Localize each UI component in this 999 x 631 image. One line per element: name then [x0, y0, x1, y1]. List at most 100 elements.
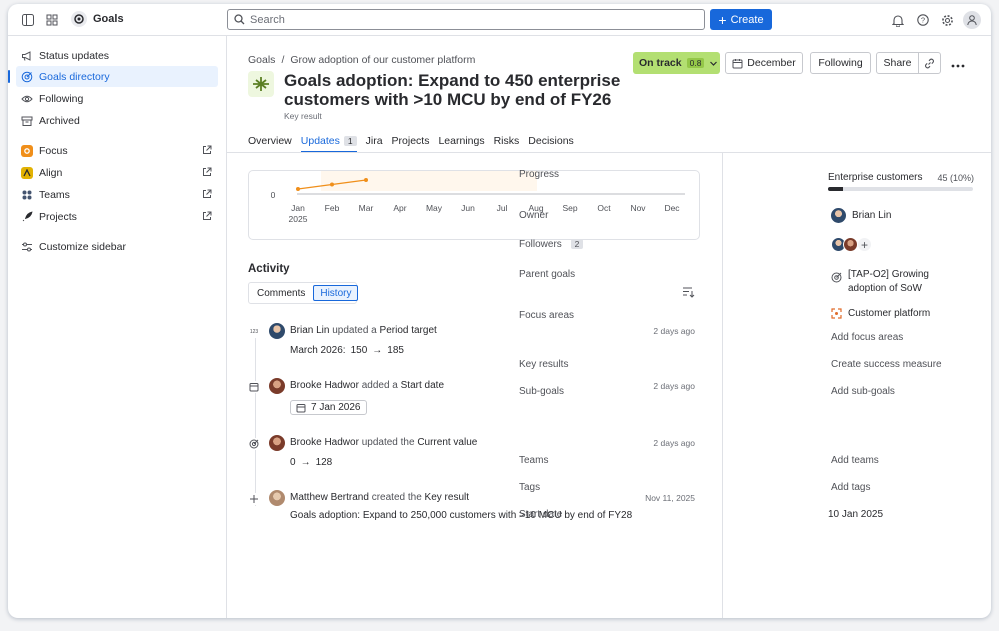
tab-risks[interactable]: Risks [494, 135, 520, 153]
period-label: March 2026: [290, 345, 346, 356]
x-tick-label: May [426, 203, 443, 213]
breadcrumb-parent-link[interactable]: Grow adoption of our customer platform [290, 54, 475, 66]
profile-avatar[interactable] [963, 11, 981, 29]
teams-app-icon [21, 188, 33, 201]
tab-learnings[interactable]: Learnings [438, 135, 484, 153]
notifications-icon[interactable] [890, 12, 906, 28]
avatar [831, 208, 846, 223]
sidebar-app-projects[interactable]: Projects [16, 206, 218, 227]
chart-highlight-band [321, 171, 537, 191]
date-chip: 7 Jan 2026 [290, 400, 367, 415]
focus-area[interactable]: Customer platform [831, 308, 930, 319]
sub-goals-label: Sub-goals [519, 386, 565, 397]
followers-avatars: + [831, 237, 872, 252]
sidebar-toggle-icon[interactable] [20, 12, 36, 28]
focus-app-icon [21, 144, 33, 157]
tab-label: Learnings [438, 135, 485, 147]
create-button[interactable]: + Create [710, 9, 772, 30]
activity-user[interactable]: Brian Lin [290, 325, 329, 336]
parent-goals-label: Parent goals [519, 269, 576, 280]
sidebar-item-status-updates[interactable]: Status updates [16, 45, 218, 66]
rocket-icon [21, 210, 33, 223]
comments-tab[interactable]: Comments [251, 285, 311, 301]
help-icon[interactable]: ? [915, 12, 931, 28]
progress-chart-card: 0 Jan Feb Mar Apr May Jun Jul Aug Sep Oct Nov Dec 2… [248, 170, 700, 240]
tab-decisions[interactable]: Decisions [528, 135, 574, 153]
activity-user[interactable]: Brooke Hadwor [290, 380, 359, 391]
avatar[interactable] [269, 435, 285, 451]
tab-updates[interactable]: Updates 1 [300, 135, 357, 153]
avatar[interactable] [269, 378, 285, 394]
activity-detail: 0 → 128 [290, 457, 332, 468]
external-link-icon[interactable] [202, 145, 212, 155]
parent-goal[interactable]: [TAP-O2] Growing adoption of SoW [831, 268, 943, 296]
sidebar-item-archived[interactable]: Archived [16, 110, 218, 131]
search-box[interactable] [227, 9, 705, 30]
number-field-icon: 123 [248, 326, 260, 338]
sidebar-app-align[interactable]: Align [16, 162, 218, 183]
settings-gear-icon[interactable] [939, 12, 955, 28]
start-date-value[interactable]: 10 Jan 2025 [828, 509, 883, 520]
link-icon [925, 58, 934, 68]
external-link-icon[interactable] [202, 189, 212, 199]
activity-user[interactable]: Matthew Bertrand [290, 492, 369, 503]
parent-goal-name: [TAP-O2] Growing adoption of SoW [848, 269, 929, 294]
breadcrumb-root-link[interactable]: Goals [248, 54, 275, 66]
sidebar-item-following[interactable]: Following [16, 88, 218, 109]
tab-projects[interactable]: Projects [392, 135, 430, 153]
tab-jira[interactable]: Jira [366, 135, 383, 153]
sidebar-app-focus[interactable]: Focus [16, 140, 218, 161]
activity-detail: Goals adoption: Expand to 250,000 custom… [290, 510, 632, 521]
activity-text: Brian Lin updated a Period target [290, 325, 437, 336]
sort-icon[interactable] [682, 286, 695, 301]
external-link-icon[interactable] [202, 211, 212, 221]
owner-value[interactable]: Brian Lin [831, 208, 891, 223]
add-teams-link[interactable]: Add teams [831, 455, 879, 466]
status-dropdown[interactable]: On track 0.8 [633, 52, 720, 74]
activity-object: Start date [400, 380, 444, 391]
activity-item: Brooke Hadwor updated the Current value … [248, 435, 700, 475]
sidebar-item-goals-directory[interactable]: Goals directory [8, 66, 218, 87]
share-button[interactable]: Share [876, 52, 919, 74]
arrow-right-icon: → [372, 345, 383, 356]
teams-label: Teams [519, 455, 549, 466]
activity-time: 2 days ago [653, 381, 695, 391]
sidebar-app-teams[interactable]: Teams [16, 184, 218, 205]
app-brand[interactable]: Goals [71, 11, 124, 27]
goal-target-icon [248, 438, 260, 450]
external-link-icon[interactable] [202, 167, 212, 177]
add-tags-link[interactable]: Add tags [831, 482, 870, 493]
customize-sidebar-button[interactable]: Customize sidebar [16, 236, 218, 257]
activity-user[interactable]: Brooke Hadwor [290, 437, 359, 448]
add-follower-plus-icon[interactable]: + [857, 237, 872, 252]
svg-text:?: ? [921, 16, 925, 25]
tab-label: Updates [300, 135, 340, 147]
data-point[interactable] [364, 178, 368, 182]
following-button[interactable]: Following [810, 52, 871, 74]
progress-metric-value: 45 (10%) [937, 172, 974, 183]
avatar[interactable] [269, 490, 285, 506]
history-tab[interactable]: History [313, 285, 359, 301]
tab-label: Jira [365, 135, 383, 147]
app-window: Goals + Create ? Status updates [8, 4, 991, 618]
target-date-button[interactable]: December [725, 52, 803, 74]
activity-verb: updated a [332, 325, 377, 336]
x-tick-label: Jul [497, 203, 508, 213]
page-title: Goals adoption: Expand to 450 enterprise… [284, 71, 621, 109]
copy-link-button[interactable] [918, 52, 941, 74]
app-switcher-icon[interactable] [44, 12, 60, 28]
data-point[interactable] [330, 182, 334, 187]
add-focus-areas-link[interactable]: Add focus areas [831, 332, 903, 343]
activity-time: 2 days ago [653, 326, 695, 336]
progress-metric-name[interactable]: Enterprise customers [828, 172, 922, 183]
search-input[interactable] [250, 13, 690, 26]
sidebar-item-label: Goals directory [39, 70, 110, 83]
tab-overview[interactable]: Overview [248, 135, 292, 153]
more-actions-icon[interactable] [950, 58, 966, 74]
data-point[interactable] [296, 187, 300, 191]
avatar[interactable] [843, 237, 858, 252]
create-success-measure-link[interactable]: Create success measure [831, 359, 942, 370]
add-sub-goals-link[interactable]: Add sub-goals [831, 386, 895, 397]
customize-sidebar-label: Customize sidebar [39, 240, 126, 253]
avatar[interactable] [269, 323, 285, 339]
